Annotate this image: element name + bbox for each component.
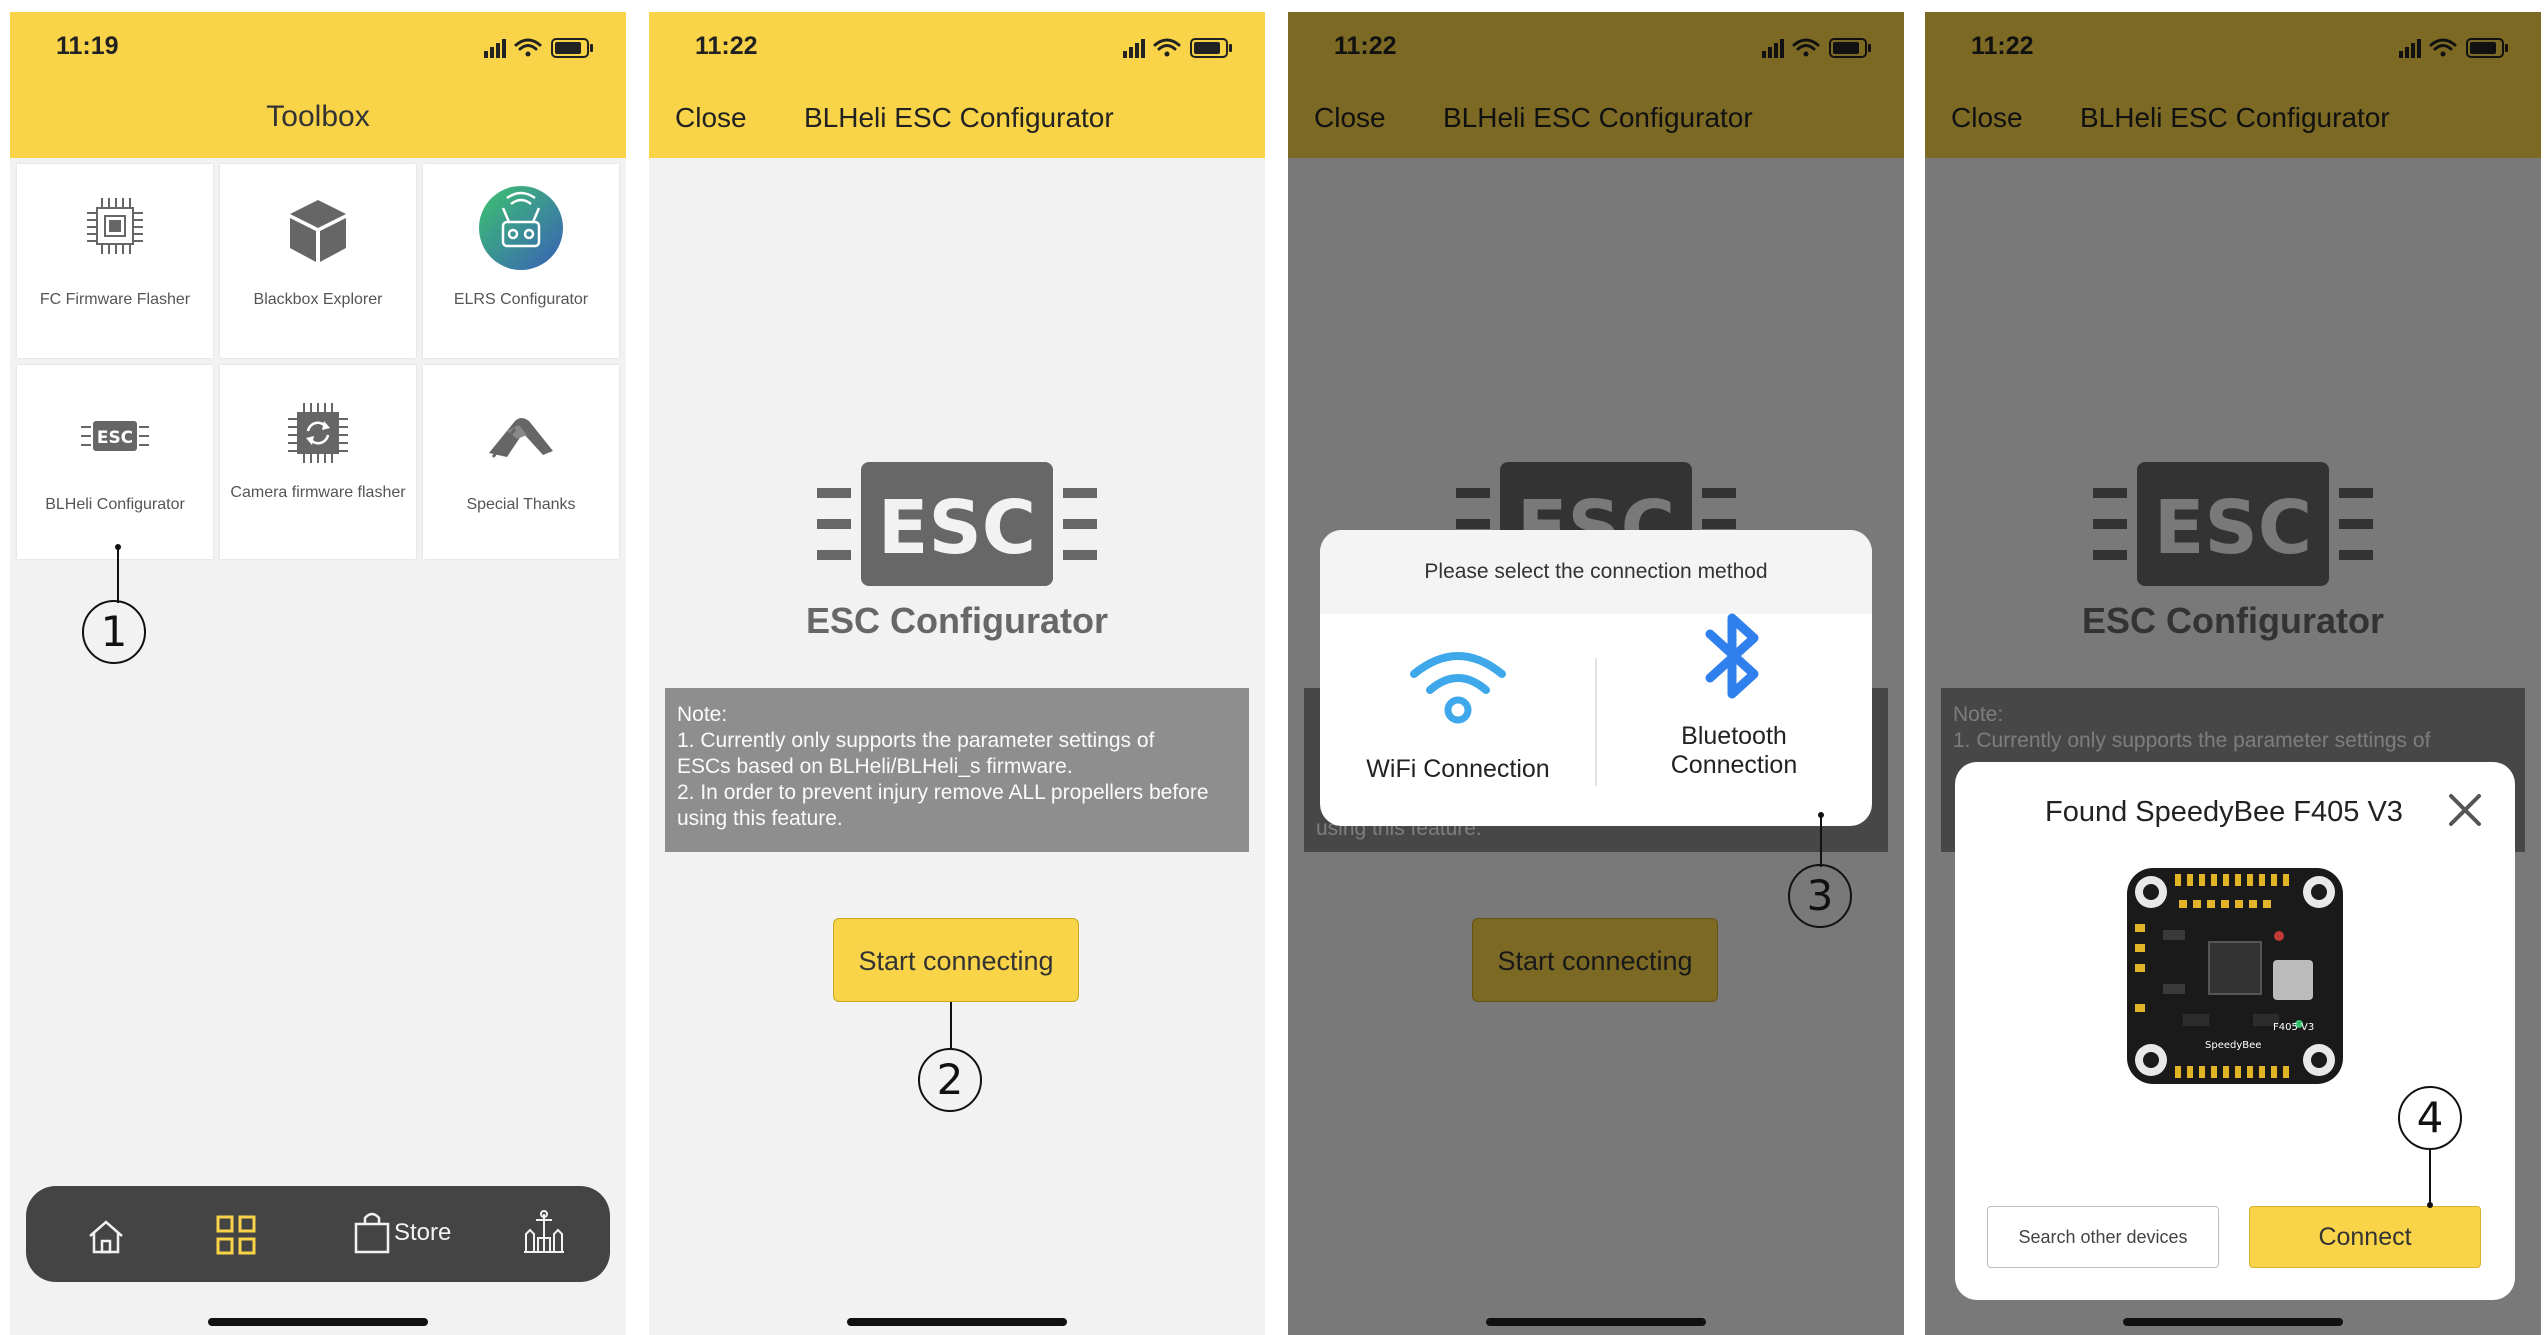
home-indicator <box>2123 1318 2343 1326</box>
phone-toolbox-screen: 11:19 Toolbox FC Firmware Flasher Blackb… <box>10 12 626 1335</box>
signal-icon <box>484 39 506 58</box>
wifi-connection-option[interactable]: WiFi Connection <box>1320 614 1596 826</box>
home-indicator <box>847 1318 1067 1326</box>
tile-label: ELRS Configurator <box>453 291 589 308</box>
callout-number: 2 <box>918 1048 982 1112</box>
note-heading: Note: <box>677 703 728 726</box>
tile-fc-firmware-flasher[interactable]: FC Firmware Flasher <box>17 164 213 358</box>
wifi-connection-label: WiFi Connection <box>1366 755 1550 783</box>
start-connecting-button[interactable]: Start connecting <box>833 918 1079 1002</box>
cube-icon <box>290 200 346 262</box>
callout-number: 1 <box>82 600 146 664</box>
callout-number: 3 <box>1788 864 1852 928</box>
phone-esc-configurator-screen: 11:22 Close BLHeli ESC Configurator ESC … <box>649 12 1265 1335</box>
callout-dot <box>2427 1202 2433 1208</box>
toolbox-tab-icon[interactable] <box>206 1186 266 1282</box>
board-model-text: F405 V3 <box>2273 1022 2314 1033</box>
chip-icon <box>87 198 143 254</box>
status-time: 11:22 <box>695 32 758 60</box>
esc-logo-text: ESC <box>878 485 1036 571</box>
callout-line <box>2429 1150 2431 1204</box>
wifi-status-icon <box>1153 38 1181 57</box>
bluetooth-label-line: Connection <box>1670 751 1798 779</box>
wifi-icon <box>1410 652 1506 724</box>
battery-icon <box>551 38 593 58</box>
wifi-status-icon <box>514 38 542 57</box>
board-brand-text: SpeedyBee <box>2205 1040 2261 1051</box>
tile-label: BLHeli Configurator <box>45 496 185 513</box>
flight-controller-board-image: F405 V3 SpeedyBee <box>2127 868 2343 1084</box>
status-icons <box>1123 38 1232 58</box>
tile-blheli-configurator[interactable]: ESC BLHeli Configurator <box>17 365 213 559</box>
esc-icon: ESC <box>81 421 149 451</box>
callout-line <box>117 547 119 603</box>
bluetooth-connection-option[interactable]: Bluetooth Connection <box>1596 613 1872 826</box>
page-title: Toolbox <box>266 100 370 133</box>
esc-configurator-heading: ESC Configurator <box>806 600 1108 641</box>
handshake-icon <box>489 418 553 458</box>
note-line: 1. Currently only supports the parameter… <box>677 729 1155 752</box>
note-line: 2. In order to prevent injury remove ALL… <box>677 781 1209 804</box>
tile-camera-firmware-flasher[interactable]: Camera firmware flasher <box>220 365 416 559</box>
connect-button[interactable]: Connect <box>2249 1206 2481 1268</box>
tile-elrs-configurator[interactable]: ELRS Configurator <box>423 164 619 358</box>
nav-title: BLHeli ESC Configurator <box>804 102 1114 133</box>
bottom-tab-bar: Store <box>26 1186 610 1282</box>
tile-label: Camera firmware flasher <box>230 484 406 501</box>
tile-label: Special Thanks <box>466 496 576 513</box>
tile-label: Blackbox Explorer <box>253 291 383 308</box>
esc-logo-icon: ESC <box>817 462 1097 586</box>
home-tab-icon[interactable] <box>76 1186 136 1282</box>
bluetooth-connection-label: Bluetooth Connection <box>1596 722 1872 780</box>
dialog-title: Please select the connection method <box>1424 560 1768 583</box>
tile-blackbox-explorer[interactable]: Blackbox Explorer <box>220 164 416 358</box>
callout-line <box>950 1002 952 1050</box>
callout-number: 4 <box>2398 1086 2462 1150</box>
store-bag-icon[interactable] <box>348 1186 394 1282</box>
top-bar: 11:22 Close BLHeli ESC Configurator <box>649 12 1265 158</box>
close-icon[interactable] <box>2445 790 2485 830</box>
top-bar: 11:19 Toolbox <box>10 12 626 158</box>
status-time: 11:19 <box>56 32 119 60</box>
svg-text:ESC: ESC <box>97 428 133 448</box>
bluetooth-label-line: Bluetooth <box>1681 722 1787 750</box>
tile-special-thanks[interactable]: Special Thanks <box>423 365 619 559</box>
phone-connection-method-screen: 11:22 Close BLHeli ESC Configurator ESC … <box>1288 12 1904 1335</box>
callout-line <box>1820 815 1822 867</box>
connection-method-dialog: Please select the connection method WiFi… <box>1320 530 1872 826</box>
status-icons <box>484 38 593 58</box>
search-other-devices-button[interactable]: Search other devices <box>1987 1206 2219 1268</box>
dialog-title: Found SpeedyBee F405 V3 <box>2045 796 2403 828</box>
dialog-header: Please select the connection method <box>1320 530 1872 614</box>
community-tab-icon[interactable] <box>514 1186 574 1282</box>
home-indicator <box>208 1318 428 1326</box>
home-indicator <box>1486 1318 1706 1326</box>
note-line: using this feature. <box>677 807 843 830</box>
note-line: ESCs based on BLHeli/BLHeli_s firmware. <box>677 755 1073 778</box>
signal-icon <box>1123 39 1145 58</box>
store-tab-label[interactable]: Store <box>394 1219 451 1247</box>
close-button[interactable]: Close <box>675 102 747 134</box>
note-box: Note: 1. Currently only supports the par… <box>665 688 1249 852</box>
bluetooth-icon <box>1705 613 1759 699</box>
tile-label: FC Firmware Flasher <box>39 291 191 308</box>
battery-icon <box>1190 38 1232 58</box>
found-device-dialog: Found SpeedyBee F405 V3 F405 V3 SpeedyBe… <box>1955 762 2515 1300</box>
elrs-icon <box>479 186 563 270</box>
